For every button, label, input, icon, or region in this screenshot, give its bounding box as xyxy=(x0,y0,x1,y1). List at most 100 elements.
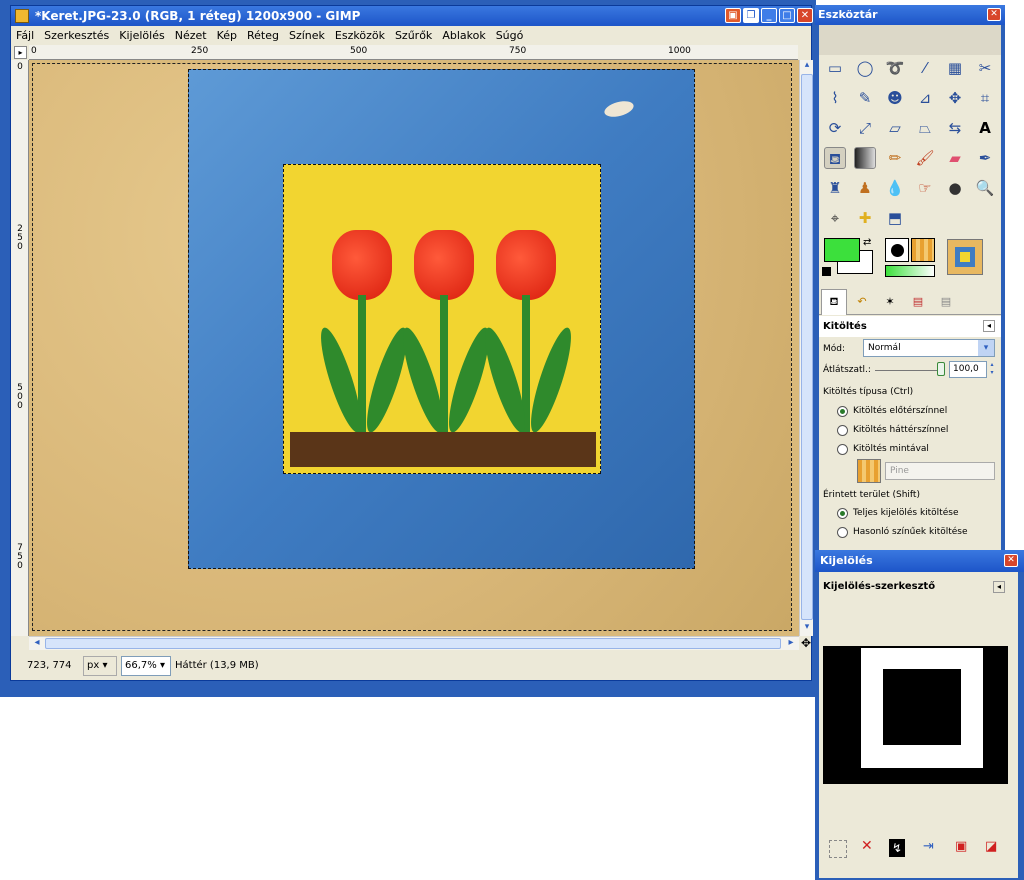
crop-icon[interactable]: ⌗ xyxy=(974,87,996,109)
fill-whole-selection-radio[interactable] xyxy=(837,508,848,519)
smudge-icon[interactable]: ☞ xyxy=(914,177,936,199)
selection-mask-preview[interactable] xyxy=(823,646,1008,784)
fill-pattern-radio[interactable] xyxy=(837,444,848,455)
heal-icon[interactable]: ✚ xyxy=(854,207,876,229)
wilber-drop-area[interactable] xyxy=(819,25,1001,55)
clone-icon[interactable]: ♟ xyxy=(854,177,876,199)
tab-paths-icon[interactable]: ✶ xyxy=(877,291,903,315)
stroke-selection-icon[interactable]: ▣ xyxy=(955,839,967,854)
tab-layers-icon[interactable]: ▤ xyxy=(905,291,931,315)
menu-help[interactable]: Súgó xyxy=(491,26,529,45)
color-picker-icon[interactable]: ✎ xyxy=(854,87,876,109)
perspective-clone-icon[interactable]: ⬒ xyxy=(884,207,906,229)
pencil-icon[interactable]: ✏ xyxy=(884,147,906,169)
foreground-color-swatch[interactable] xyxy=(824,238,860,262)
paths-icon[interactable]: ⌇ xyxy=(824,87,846,109)
perspective-icon[interactable]: ⏢ xyxy=(914,117,936,139)
selection-to-channel-icon[interactable]: ◪ xyxy=(985,839,997,854)
rotate-icon[interactable]: ⟳ xyxy=(824,117,846,139)
scroll-left-icon[interactable]: ◂ xyxy=(31,637,43,649)
opacity-slider-track[interactable] xyxy=(875,370,937,371)
menu-edit[interactable]: Szerkesztés xyxy=(39,26,114,45)
eraser-icon[interactable]: ▰ xyxy=(944,147,966,169)
ink-icon[interactable]: ♜ xyxy=(824,177,846,199)
default-colors-icon[interactable] xyxy=(822,267,831,276)
blend-icon[interactable] xyxy=(854,147,876,169)
fuzzy-select-icon[interactable]: ⁄ xyxy=(914,57,936,79)
opacity-spinner-icon[interactable]: ▴ ▾ xyxy=(988,361,996,378)
pattern-button[interactable] xyxy=(857,459,881,483)
scale-icon[interactable]: ⤢ xyxy=(854,117,876,139)
menu-tools[interactable]: Eszközök xyxy=(330,26,390,45)
menu-select[interactable]: Kijelölés xyxy=(114,26,169,45)
opacity-input[interactable]: 100,0 xyxy=(949,361,987,378)
flip-icon[interactable]: ⇆ xyxy=(944,117,966,139)
unit-select[interactable]: px ▾ xyxy=(83,656,117,676)
toolbox-close-button[interactable]: ✕ xyxy=(987,8,1001,21)
move-icon[interactable]: ✥ xyxy=(944,87,966,109)
rect-select-icon[interactable]: ▭ xyxy=(824,57,846,79)
foreground-select-icon[interactable]: ☻ xyxy=(884,87,906,109)
menu-view[interactable]: Nézet xyxy=(170,26,212,45)
fill-fg-radio[interactable] xyxy=(837,406,848,417)
blur-icon[interactable]: 💧 xyxy=(884,177,906,199)
pattern-preview[interactable] xyxy=(911,238,935,262)
scroll-right-icon[interactable]: ▸ xyxy=(785,637,797,649)
scroll-down-icon[interactable]: ▾ xyxy=(801,622,813,634)
tab-channels-icon[interactable]: ▤ xyxy=(933,291,959,315)
select-all-icon[interactable] xyxy=(829,840,847,858)
measure-icon[interactable]: ⊿ xyxy=(914,87,936,109)
paintbrush-icon[interactable]: 🖌 xyxy=(914,147,936,169)
menu-file[interactable]: Fájl xyxy=(11,26,39,45)
menu-layer[interactable]: Réteg xyxy=(242,26,284,45)
shear-icon[interactable]: ▱ xyxy=(884,117,906,139)
vertical-scroll-thumb[interactable] xyxy=(801,74,813,620)
selection-close-button[interactable]: ✕ xyxy=(1004,554,1018,567)
fill-pattern-label[interactable]: Kitöltés mintával xyxy=(853,444,929,454)
color-select-icon[interactable]: ▦ xyxy=(944,57,966,79)
zoom-select[interactable]: 66,7% ▾ xyxy=(121,656,171,676)
dodge-burn-icon[interactable]: ● xyxy=(944,177,966,199)
fill-bg-label[interactable]: Kitöltés háttérszínnel xyxy=(853,425,948,435)
ellipse-select-icon[interactable]: ◯ xyxy=(854,57,876,79)
close-button[interactable]: ✕ xyxy=(797,8,813,23)
swap-colors-icon[interactable]: ⇄ xyxy=(863,237,871,248)
toolbox-titlebar[interactable]: Eszköztár ✕ xyxy=(815,5,1005,25)
tab-tool-options-icon[interactable]: ⛾ xyxy=(821,289,847,315)
fill-bg-radio[interactable] xyxy=(837,425,848,436)
bucket-fill-icon[interactable]: ⛾ xyxy=(824,147,846,169)
align-icon[interactable]: ⌖ xyxy=(824,207,846,229)
horizontal-scrollbar[interactable]: ◂ ▸ xyxy=(29,636,799,650)
main-titlebar[interactable]: *Keret.JPG-23.0 (RGB, 1 réteg) 1200x900 … xyxy=(11,6,813,26)
fill-similar-colors-radio[interactable] xyxy=(837,527,848,538)
menu-filters[interactable]: Szűrők xyxy=(390,26,437,45)
fill-whole-selection-label[interactable]: Teljes kijelölés kitöltése xyxy=(853,508,958,518)
fill-fg-label[interactable]: Kitöltés előtérszínnel xyxy=(853,406,947,416)
pattern-name-field[interactable]: Pine xyxy=(885,462,995,480)
fill-similar-colors-label[interactable]: Hasonló színűek kitöltése xyxy=(853,527,968,537)
brush-preview[interactable] xyxy=(885,238,909,262)
select-none-icon[interactable]: ✕ xyxy=(861,838,873,854)
airbrush-icon[interactable]: ✒ xyxy=(974,147,996,169)
vertical-scrollbar[interactable]: ▴ ▾ xyxy=(799,60,813,636)
gradient-preview[interactable] xyxy=(885,265,935,277)
invert-selection-icon[interactable]: ↯ xyxy=(889,839,905,857)
mode-dropdown[interactable]: Normál ▾ xyxy=(863,339,995,357)
menu-windows[interactable]: Ablakok xyxy=(437,26,490,45)
restore-icon[interactable]: ❐ xyxy=(743,8,759,23)
scroll-up-icon[interactable]: ▴ xyxy=(801,60,813,72)
panel-menu-icon[interactable]: ◂ xyxy=(993,581,1005,593)
extra-icon[interactable]: ▣ xyxy=(725,8,741,23)
selection-titlebar[interactable]: Kijelölés ✕ xyxy=(815,550,1024,572)
active-image-thumbnail[interactable] xyxy=(947,239,983,275)
selection-to-path-icon[interactable]: ⇥ xyxy=(923,839,934,854)
menu-image[interactable]: Kép xyxy=(212,26,242,45)
navigate-icon[interactable]: ✥ xyxy=(799,636,813,650)
scissors-icon[interactable]: ✂ xyxy=(974,57,996,79)
horizontal-scroll-thumb[interactable] xyxy=(45,638,781,649)
minimize-button[interactable]: _ xyxy=(761,8,777,23)
panel-menu-icon[interactable]: ◂ xyxy=(983,320,995,332)
menu-colors[interactable]: Színek xyxy=(284,26,330,45)
text-icon[interactable]: A xyxy=(974,117,996,139)
zoom-icon[interactable]: 🔍 xyxy=(974,177,996,199)
